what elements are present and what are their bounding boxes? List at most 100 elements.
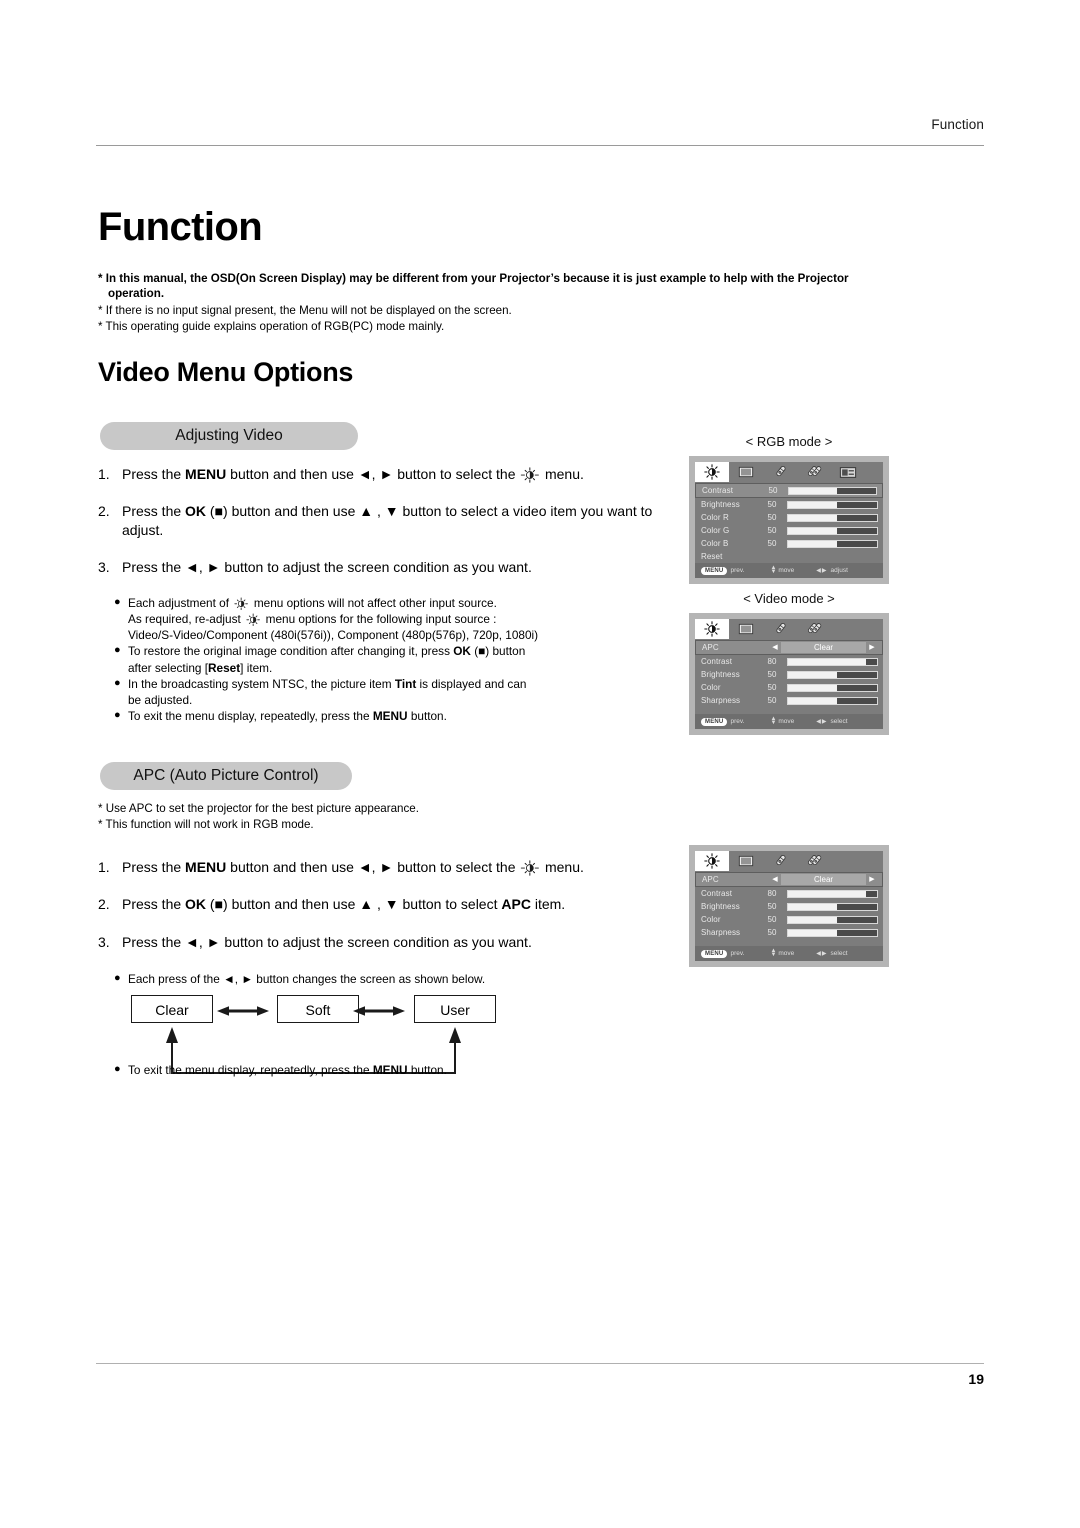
osd-row-brightness[interactable]: Brightness 50	[695, 668, 883, 681]
osd-row-label: Contrast	[701, 889, 733, 898]
step-number: 1.	[98, 859, 110, 875]
bullet-text: To exit the menu display, repeatedly, pr…	[128, 709, 373, 724]
osd-row-slider[interactable]	[787, 526, 878, 535]
osd-row-brightness[interactable]: Brightness 50	[695, 498, 883, 511]
osd-row-slider[interactable]	[787, 500, 878, 509]
apc-steps: 1. Press the MENU button and then use ◄,…	[98, 858, 678, 970]
osd-row-slider[interactable]	[787, 683, 878, 692]
heading-apc: APC (Auto Picture Control)	[100, 762, 352, 790]
osd-row-value: 50	[767, 915, 777, 924]
osd-row-slider[interactable]	[787, 915, 878, 924]
bullet-item: ● Each press of the ◄, ► button changes …	[114, 971, 694, 987]
osd-row-slider[interactable]	[787, 696, 878, 705]
osd-row-slider[interactable]	[787, 657, 878, 666]
bullet-text: Each adjustment of	[128, 596, 233, 610]
osd-row-value: 50	[767, 928, 777, 937]
osd-tab-bar	[695, 462, 883, 482]
apc-note: * Use APC to set the projector for the b…	[98, 802, 419, 815]
footer-move: ▲ ▼ move	[770, 948, 794, 958]
osd-row-list: APC ◀ Clear ▶ Contrast 80 Brightness 50 …	[695, 871, 883, 946]
bullet-text: (■) button	[470, 644, 526, 659]
step-text-pre: Press the ◄, ► button to adjust the scre…	[122, 933, 532, 950]
osd-row-contrast[interactable]: Contrast 80	[695, 655, 883, 668]
step-text-pre: Press the ◄, ► button to adjust the scre…	[122, 559, 532, 576]
footer-prev-label: prev.	[730, 950, 745, 957]
left-right-arrow-icon: ◀▶	[816, 719, 828, 725]
left-arrow-icon[interactable]: ◀	[770, 876, 780, 883]
osd-row-slider[interactable]	[787, 902, 878, 911]
osd-tab-screen[interactable]	[729, 851, 763, 871]
intro-note-text: * In this manual, the OSD(On Screen Disp…	[98, 272, 849, 285]
osd-row-brightness[interactable]: Brightness 50	[695, 900, 883, 913]
osd-row-color[interactable]: Color 50	[695, 913, 883, 926]
bullet-text: Each press of the ◄, ► button changes th…	[128, 972, 486, 986]
bullet-dot: ●	[114, 972, 121, 984]
heading-adjusting-video: Adjusting Video	[100, 422, 358, 450]
osd-row-slider[interactable]	[787, 539, 878, 548]
osd-row-contrast[interactable]: Contrast 80	[695, 887, 883, 900]
osd-row-slider[interactable]	[787, 513, 878, 522]
page-number: 19	[968, 1371, 984, 1387]
key-reset: Reset	[208, 660, 241, 675]
osd-tab-audio[interactable]	[763, 462, 797, 482]
footer-divider	[96, 1363, 984, 1364]
osd-row-color-r[interactable]: Color R 50	[695, 511, 883, 524]
osd-tab-display[interactable]	[831, 462, 865, 482]
osd-row-sharpness[interactable]: Sharpness 50	[695, 926, 883, 939]
step-text-pre: Press the	[122, 859, 186, 875]
menu-key-badge[interactable]: MENU	[701, 566, 728, 575]
footer-action: ◀▶ select	[816, 718, 847, 725]
osd-row-label: Color G	[701, 526, 730, 535]
osd-row-color-b[interactable]: Color B 50	[695, 537, 883, 550]
key-menu: MENU	[185, 859, 227, 875]
step-text-pre: Press the	[122, 896, 186, 913]
bullet-dot: ●	[114, 709, 121, 722]
osd-tab-screen[interactable]	[729, 462, 763, 482]
osd-tab-screen[interactable]	[729, 619, 763, 639]
osd-row-slider[interactable]	[788, 486, 877, 495]
osd-tab-special[interactable]	[797, 851, 831, 871]
bullet-text: To restore the original image condition …	[128, 644, 454, 659]
menu-key-badge[interactable]: MENU	[701, 717, 728, 726]
osd-tab-special[interactable]	[797, 619, 831, 639]
menu-key-badge[interactable]: MENU	[701, 949, 728, 958]
bullet-text: In the broadcasting system NTSC, the pic…	[128, 676, 395, 691]
bullet-line2-c: ] item.	[240, 660, 273, 675]
step-text-post: item.	[530, 896, 566, 913]
bullet-text: is displayed and can	[416, 676, 527, 691]
osd-row-reset[interactable]: Reset	[695, 550, 883, 563]
osd-tab-audio[interactable]	[763, 851, 797, 871]
step-text-mid: button and then use ◄, ► button to selec…	[226, 859, 520, 875]
osd-row-slider[interactable]	[787, 889, 878, 898]
osd-row-value: 50	[767, 526, 777, 535]
step-text-mid: button and then use ◄, ► button to selec…	[226, 466, 520, 482]
osd-tab-picture[interactable]	[695, 619, 729, 639]
footer-action-label: select	[830, 718, 848, 725]
osd-row-color-g[interactable]: Color G 50	[695, 524, 883, 537]
osd-tab-picture[interactable]	[695, 851, 729, 871]
osd-row-apc[interactable]: APC ◀ Clear ▶	[695, 872, 883, 887]
osd-tab-special[interactable]	[797, 462, 831, 482]
osd-row-list: Contrast 50 Brightness 50 Color R 50 Col…	[695, 482, 883, 563]
left-arrow-icon[interactable]: ◀	[770, 644, 780, 651]
bullet-line2-post: menu options for the following input sou…	[262, 612, 497, 627]
osd-row-list: APC ◀ Clear ▶ Contrast 80 Brightness 50 …	[695, 639, 883, 714]
osd-row-slider[interactable]	[787, 928, 878, 937]
osd-row-value: 50	[767, 539, 777, 548]
right-arrow-icon[interactable]: ▶	[867, 876, 877, 883]
step-text-post: menu.	[541, 859, 584, 875]
osd-row-value: 50	[767, 683, 777, 692]
osd-row-apc[interactable]: APC ◀ Clear ▶	[695, 640, 883, 655]
osd-row-label: Contrast	[701, 657, 733, 666]
step-item: 3. Press the ◄, ► button to adjust the s…	[98, 558, 678, 576]
osd-tab-audio[interactable]	[763, 619, 797, 639]
right-arrow-icon[interactable]: ▶	[867, 644, 877, 651]
step-text-pre: Press the	[122, 466, 186, 482]
osd-tab-picture[interactable]	[695, 462, 729, 482]
running-head-text: Function	[931, 117, 984, 132]
osd-row-sharpness[interactable]: Sharpness 50	[695, 694, 883, 707]
osd-row-color[interactable]: Color 50	[695, 681, 883, 694]
osd-row-slider[interactable]	[787, 670, 878, 679]
osd-row-value: 80	[767, 657, 777, 666]
osd-row-contrast[interactable]: Contrast 50	[695, 483, 883, 498]
